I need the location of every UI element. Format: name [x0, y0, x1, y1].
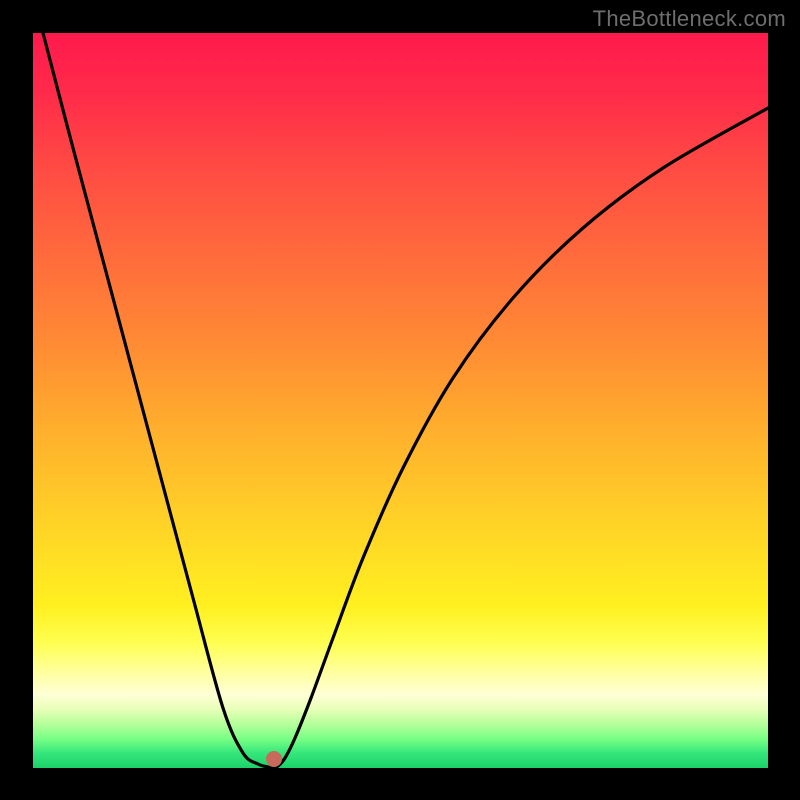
minimum-marker-dot [266, 751, 282, 767]
watermark-text: TheBottleneck.com [593, 6, 786, 32]
curve-svg [33, 33, 768, 768]
bottleneck-curve-path [43, 33, 768, 768]
plot-area [33, 33, 768, 768]
chart-frame: TheBottleneck.com [0, 0, 800, 800]
